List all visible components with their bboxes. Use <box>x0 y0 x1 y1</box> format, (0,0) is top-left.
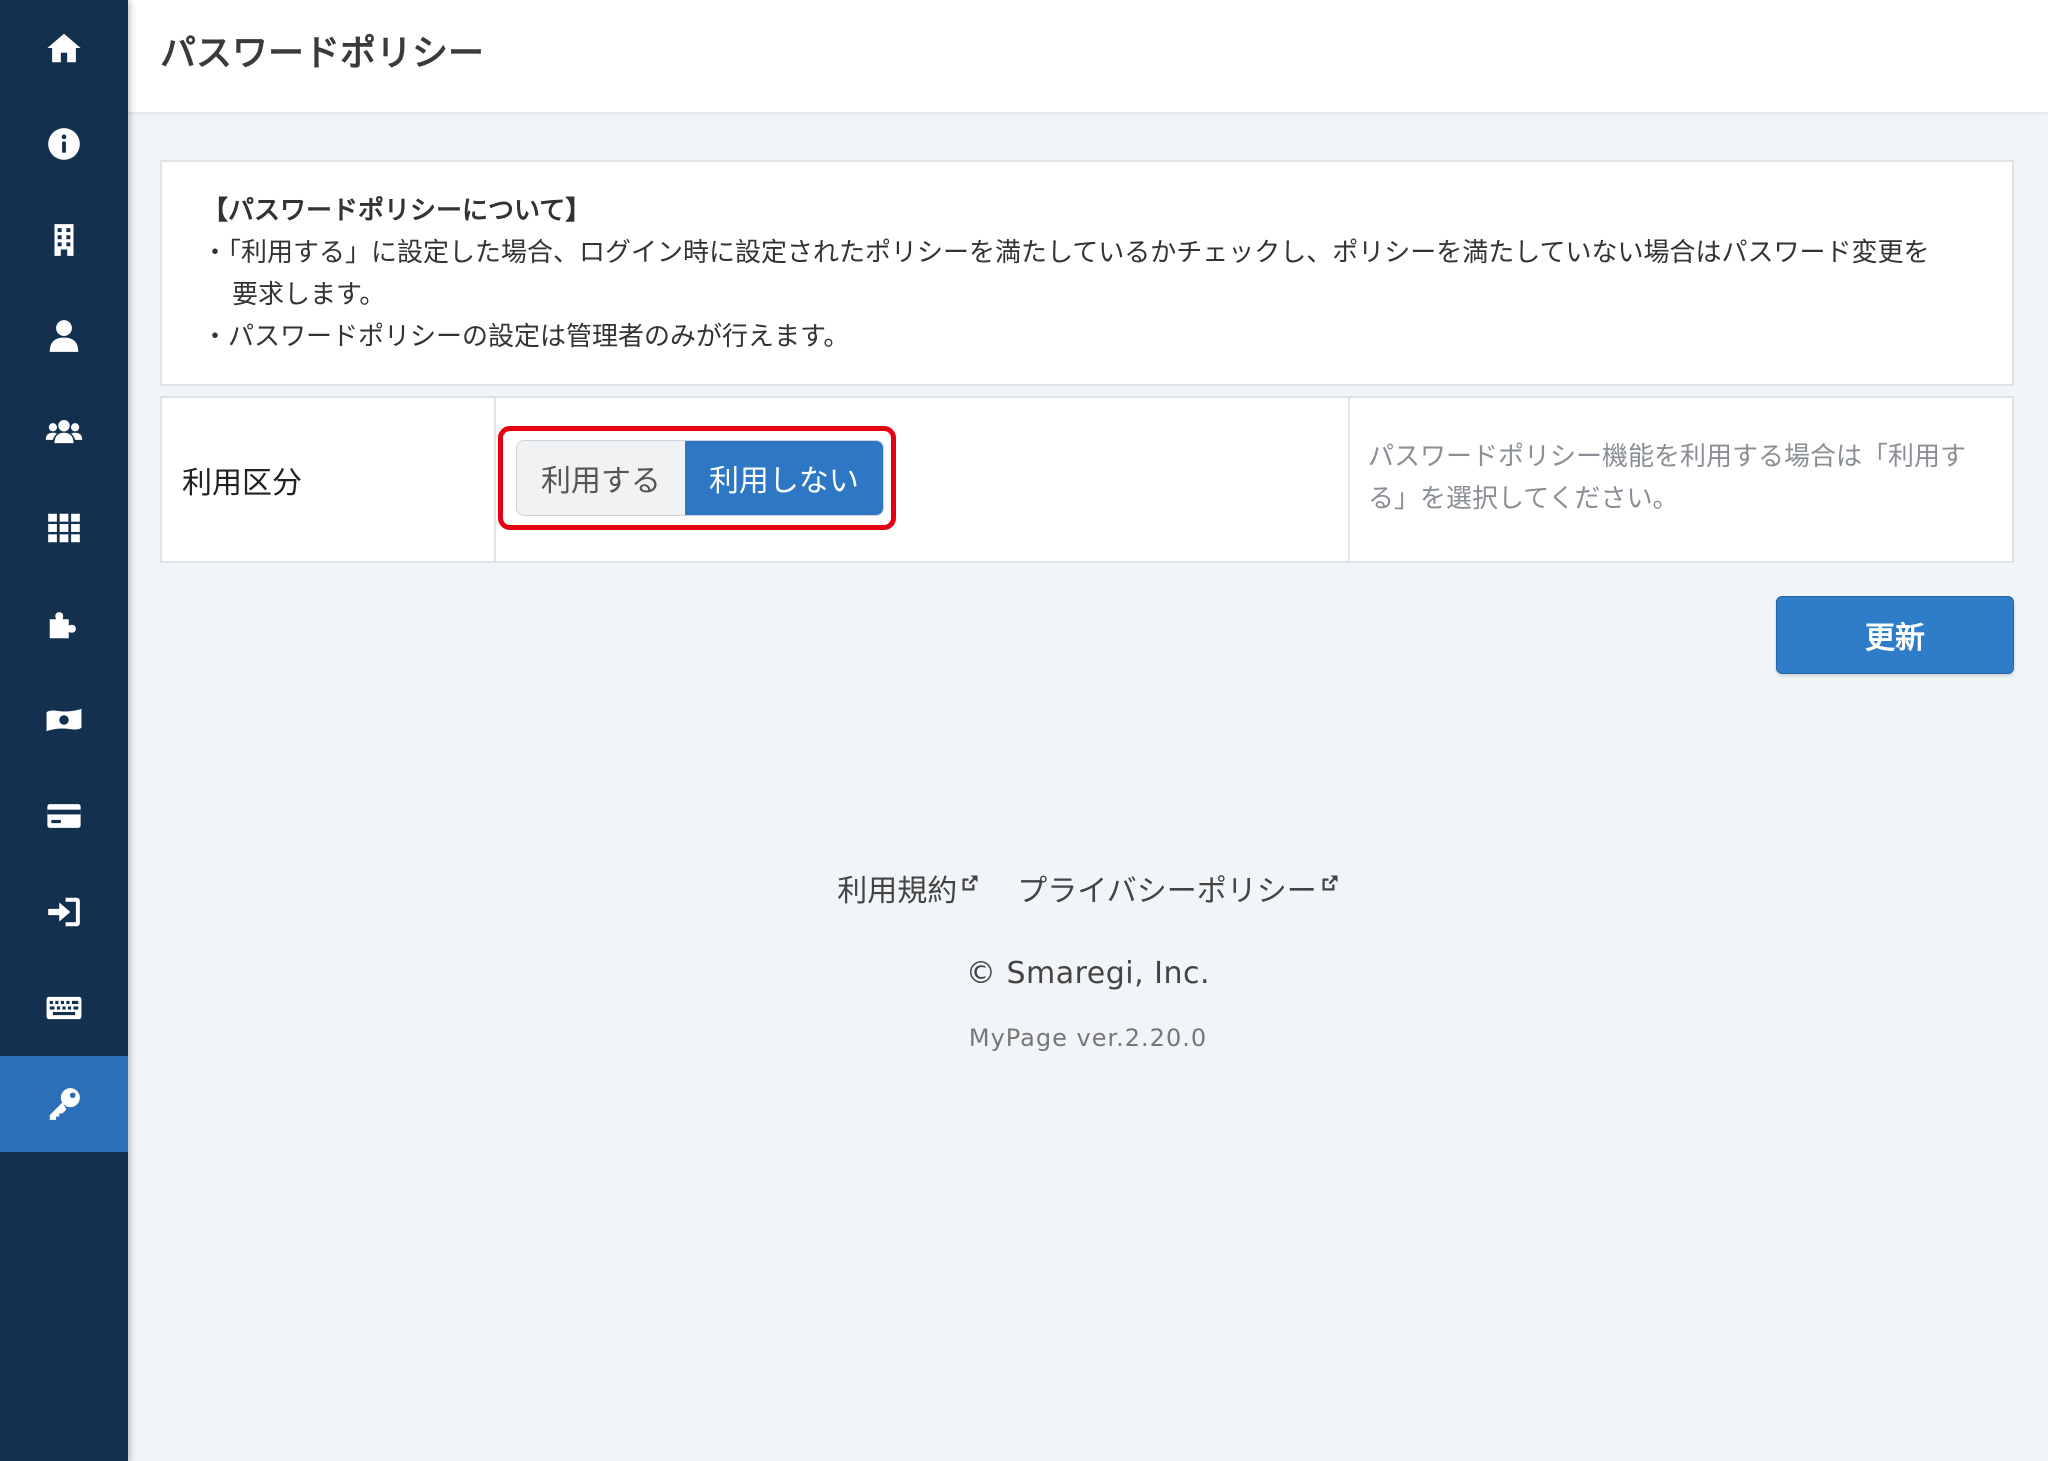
nav-info[interactable] <box>0 96 128 192</box>
usage-setting-row: 利用区分 利用する 利用しない パスワードポリシー機能を利用する場合は「利用する… <box>160 396 2014 563</box>
privacy-policy-link-label: プライバシーポリシー <box>1017 874 1317 909</box>
info-line-2: ・パスワードポリシーの設定は管理者のみが行えます。 <box>202 322 850 352</box>
nav-users[interactable] <box>0 384 128 480</box>
sidebar <box>0 0 128 1461</box>
page-title: パスワードポリシー <box>160 33 485 74</box>
copyright: © Smaregi, Inc. <box>965 956 1211 991</box>
nav-payment[interactable] <box>0 768 128 864</box>
terms-link[interactable]: 利用規約 <box>837 866 979 910</box>
nav-login[interactable] <box>0 864 128 960</box>
version-label: MyPage ver.2.20.0 <box>968 1024 1208 1052</box>
usage-help-text: パスワードポリシー機能を利用する場合は「利用する」を選択してください。 <box>1368 442 1967 514</box>
building-icon <box>54 224 74 256</box>
info-line-1: ・「利用する」に設定した場合、ログイン時に設定されたポリシーを満たしているかチェ… <box>202 238 1930 268</box>
info-line-1-continued: 要求します。 <box>232 280 386 310</box>
nav-apps[interactable] <box>0 480 128 576</box>
privacy-policy-link[interactable]: プライバシーポリシー <box>1017 866 1338 910</box>
nav-home[interactable] <box>0 0 128 96</box>
nav-addons[interactable] <box>0 576 128 672</box>
external-link-icon <box>962 875 978 891</box>
external-link-icon <box>1322 875 1338 891</box>
nav-company[interactable] <box>0 192 128 288</box>
usage-toggle-group: 利用する 利用しない <box>516 440 884 516</box>
usage-label: 利用区分 <box>182 465 302 501</box>
option-use-button[interactable]: 利用する <box>517 441 685 515</box>
policy-info-box: 【パスワードポリシーについて】 ・「利用する」に設定した場合、ログイン時に設定さ… <box>160 160 2014 386</box>
terms-link-label: 利用規約 <box>837 874 958 909</box>
money-icon <box>46 708 82 732</box>
page-header: パスワードポリシー <box>128 0 2048 112</box>
users-icon <box>45 419 83 444</box>
nav-billing[interactable] <box>0 672 128 768</box>
update-button[interactable]: 更新 <box>1776 596 2014 674</box>
info-title: 【パスワードポリシーについて】 <box>202 196 592 226</box>
column-divider <box>494 398 496 561</box>
info-icon <box>48 128 80 160</box>
footer-links: 利用規約 プライバシーポリシー <box>0 866 2048 910</box>
puzzle-icon <box>49 612 76 639</box>
nav-password-policy[interactable] <box>0 1056 128 1152</box>
sign-in-icon <box>48 897 80 927</box>
user-icon <box>49 320 79 352</box>
grid-icon <box>48 513 80 543</box>
nav-keyboard[interactable] <box>0 960 128 1056</box>
option-not-use-button[interactable]: 利用しない <box>684 441 883 515</box>
nav-user[interactable] <box>0 288 128 384</box>
credit-card-icon <box>47 804 81 828</box>
key-icon <box>49 1088 80 1120</box>
column-divider <box>1348 398 1350 561</box>
keyboard-icon <box>46 996 82 1020</box>
home-icon <box>47 33 81 63</box>
